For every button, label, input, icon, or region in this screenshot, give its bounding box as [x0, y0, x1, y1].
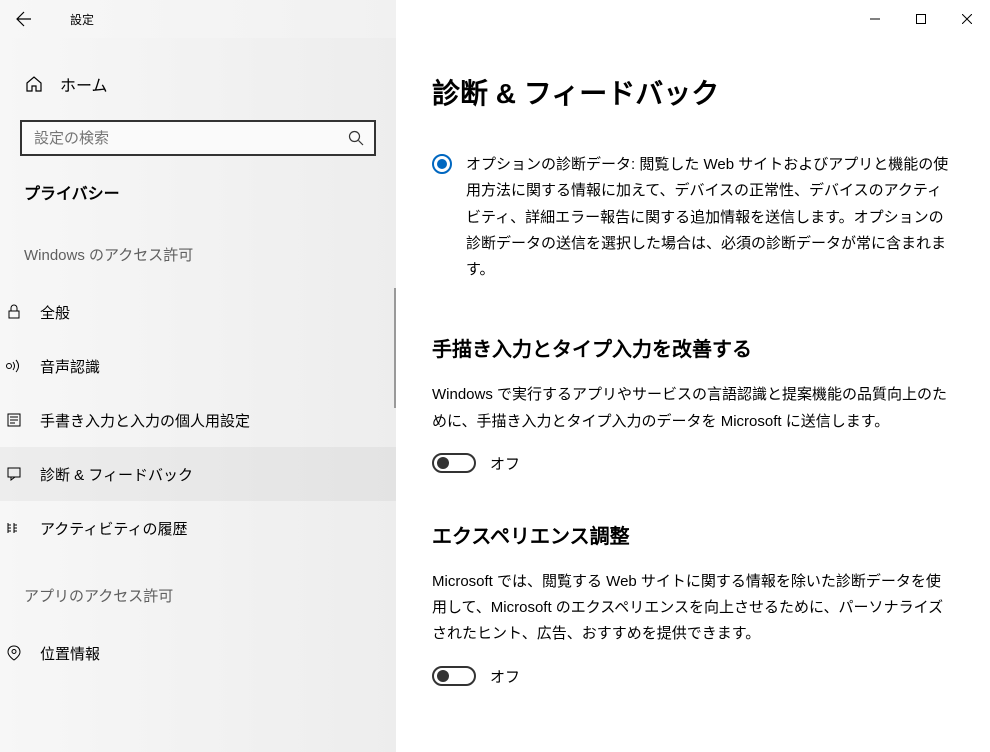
sidebar-item-diagnostics[interactable]: 診断 & フィードバック [0, 447, 396, 501]
sidebar-item-label: 位置情報 [40, 643, 100, 664]
nav-home[interactable]: ホーム [20, 62, 376, 106]
minimize-button[interactable] [852, 0, 898, 38]
speech-icon [4, 357, 24, 375]
window-title: 設定 [70, 11, 94, 28]
search-input[interactable] [34, 130, 348, 147]
sidebar-section-windows-perm: Windows のアクセス許可 [24, 244, 376, 265]
home-icon [24, 75, 44, 93]
inking-toggle[interactable] [432, 453, 476, 473]
titlebar: 設定 [0, 0, 990, 38]
location-icon [4, 645, 24, 661]
lock-icon [4, 304, 24, 320]
sidebar-item-label: 診断 & フィードバック [40, 464, 193, 485]
back-button[interactable] [0, 0, 48, 38]
experience-toggle[interactable] [432, 666, 476, 686]
sidebar-item-speech[interactable]: 音声認識 [0, 339, 396, 393]
sidebar-item-inking[interactable]: 手書き入力と入力の個人用設定 [0, 393, 396, 447]
main-content: 診断 & フィードバック オプションの診断データ: 閲覧した Web サイトおよ… [396, 38, 990, 752]
experience-toggle-label: オフ [490, 666, 520, 687]
sidebar-section-app-perm: アプリのアクセス許可 [24, 585, 376, 606]
page-title: 診断 & フィードバック [432, 72, 954, 112]
arrow-left-icon [16, 11, 32, 27]
close-button[interactable] [944, 0, 990, 38]
maximize-button[interactable] [898, 0, 944, 38]
sidebar: ホーム プライバシー Windows のアクセス許可 全般 [0, 38, 396, 752]
sidebar-item-activity[interactable]: アクティビティの履歴 [0, 501, 396, 555]
sidebar-item-general[interactable]: 全般 [0, 285, 396, 339]
diagnostic-option-label: オプションの診断データ: 閲覧した Web サイトおよびアプリと機能の使用方法に… [466, 152, 954, 283]
search-icon [348, 130, 364, 146]
minimize-icon [870, 14, 880, 24]
search-input-container[interactable] [20, 120, 376, 156]
experience-desc: Microsoft では、閲覧する Web サイトに関する情報を除いた診断データ… [432, 569, 952, 648]
feedback-icon [4, 466, 24, 482]
sidebar-item-label: 音声認識 [40, 356, 100, 377]
inking-toggle-label: オフ [490, 453, 520, 474]
inking-icon [4, 412, 24, 428]
sidebar-item-location[interactable]: 位置情報 [0, 626, 396, 680]
maximize-icon [916, 14, 926, 24]
inking-desc: Windows で実行するアプリやサービスの言語認識と提案機能の品質向上のために… [432, 382, 952, 435]
radio-selected-icon [432, 154, 452, 174]
inking-heading: 手描き入力とタイプ入力を改善する [432, 333, 954, 362]
sidebar-item-label: アクティビティの履歴 [40, 518, 187, 539]
sidebar-category: プライバシー [20, 180, 376, 204]
sidebar-item-label: 全般 [40, 302, 70, 323]
close-icon [962, 14, 972, 24]
activity-icon [4, 520, 24, 536]
experience-heading: エクスペリエンス調整 [432, 520, 954, 549]
diagnostic-data-option[interactable]: オプションの診断データ: 閲覧した Web サイトおよびアプリと機能の使用方法に… [432, 152, 954, 283]
sidebar-item-label: 手書き入力と入力の個人用設定 [40, 410, 250, 431]
nav-home-label: ホーム [60, 72, 108, 96]
